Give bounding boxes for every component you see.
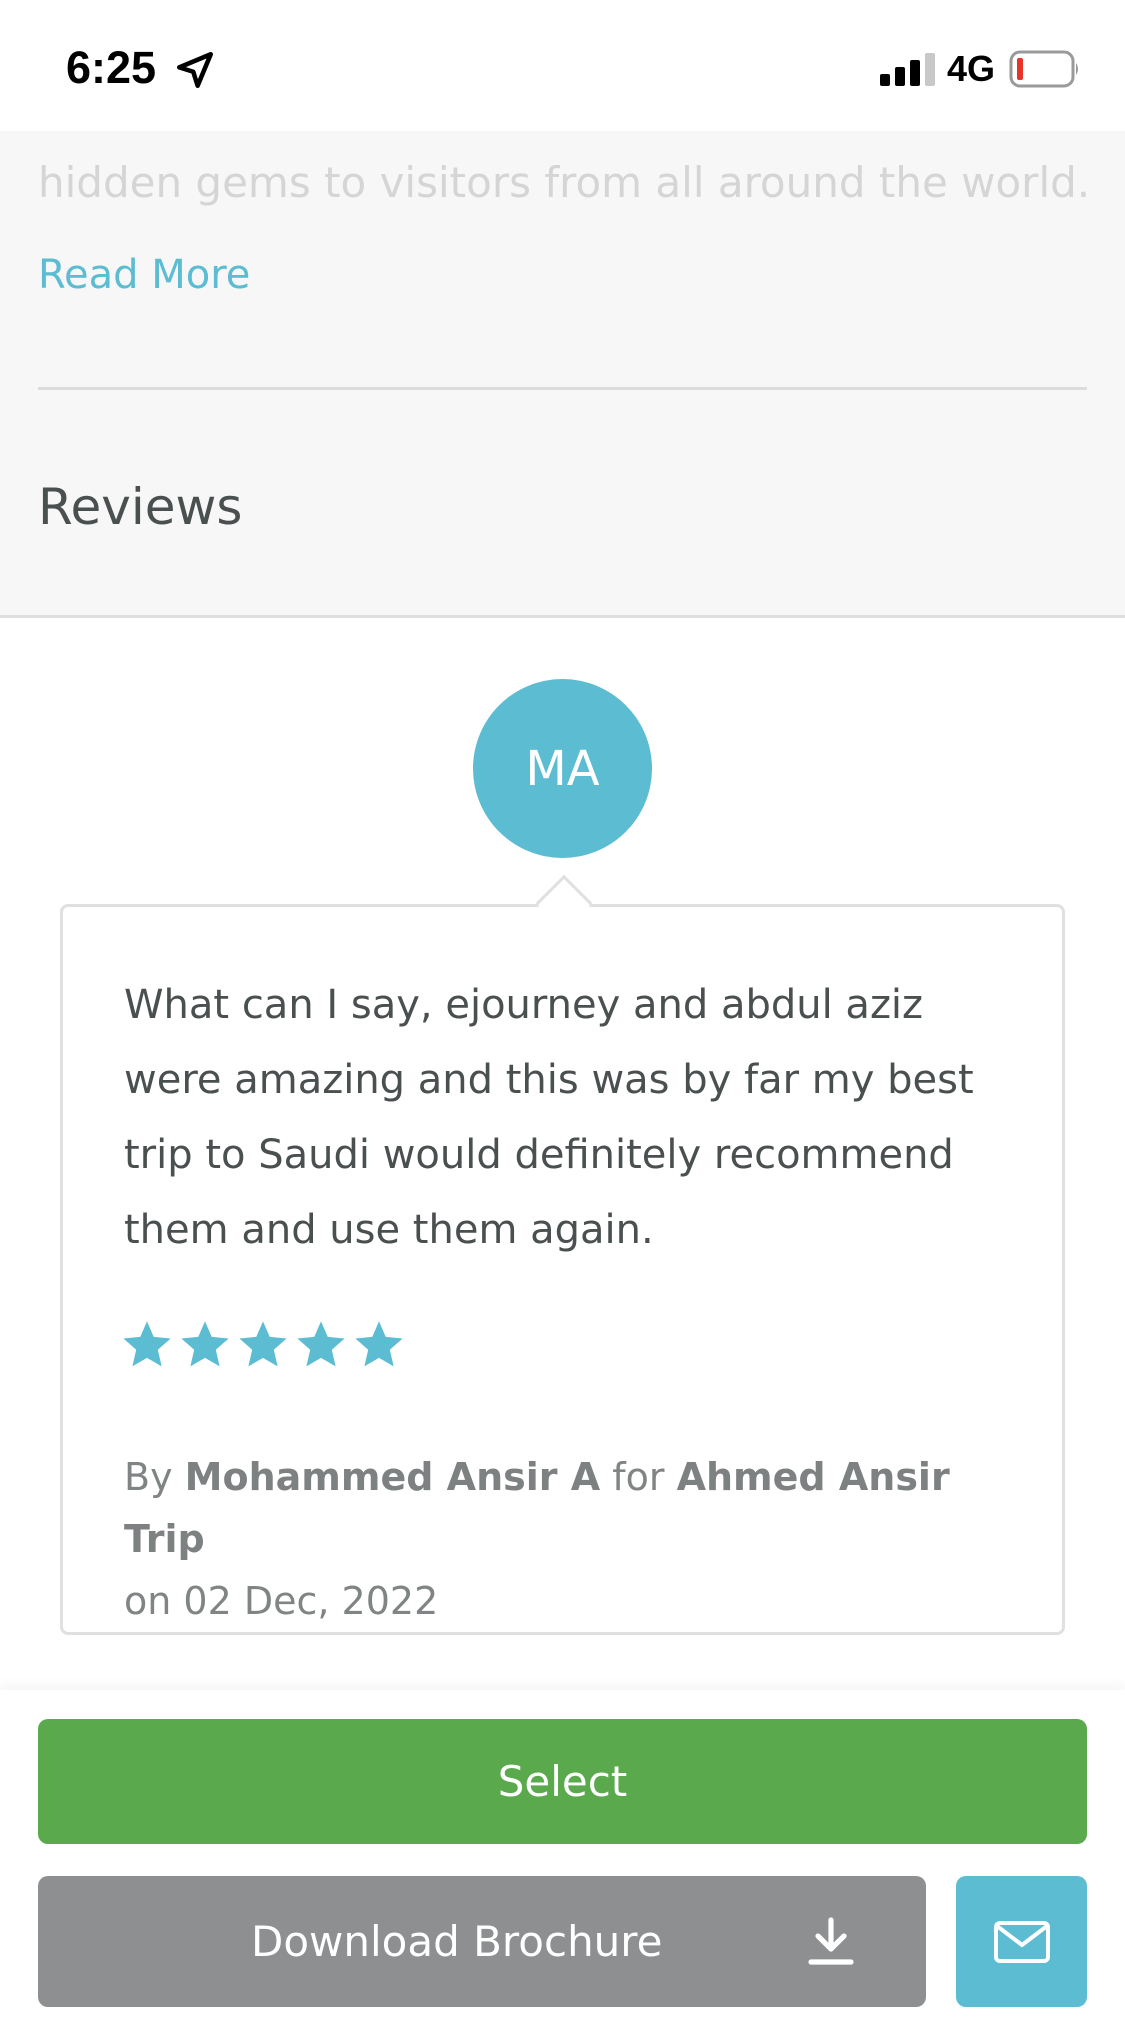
status-bar: 6:25 4G: [0, 0, 1125, 131]
read-more-link[interactable]: Read More: [38, 252, 250, 298]
download-icon: [808, 1917, 854, 1965]
review-date: on 02 Dec, 2022: [124, 1579, 439, 1623]
reviews-heading: Reviews: [38, 478, 243, 536]
review-text: What can I say, ejourney and abdul aziz …: [124, 982, 974, 1253]
email-button[interactable]: [956, 1876, 1087, 2007]
reviewer-avatar: MA: [473, 679, 652, 858]
signal-icon: [880, 53, 935, 86]
star-icon: [239, 1321, 287, 1367]
download-brochure-button[interactable]: Download Brochure: [38, 1876, 926, 2007]
select-button[interactable]: Select: [38, 1719, 1087, 1844]
rating-stars: [120, 1318, 406, 1372]
star-icon: [123, 1321, 171, 1367]
review-meta: By Mohammed Ansir A for Ahmed Ansir Trip…: [124, 1446, 1024, 1632]
location-arrow-icon: [176, 51, 214, 89]
mail-icon: [993, 1920, 1050, 1963]
for-label: for: [612, 1455, 665, 1499]
star-icon: [355, 1321, 403, 1367]
section-divider: [38, 387, 1087, 390]
description-excerpt: hidden gems to visitors from all around …: [38, 158, 1091, 207]
app-screen: 6:25 4G hidden gems to visitors from all…: [0, 0, 1125, 2037]
status-time: 6:25: [66, 42, 157, 93]
network-type: 4G: [947, 48, 996, 89]
by-label: By: [124, 1455, 173, 1499]
review-author: Mohammed Ansir A: [184, 1455, 601, 1499]
battery-low-icon: [1009, 50, 1078, 88]
star-icon: [297, 1321, 345, 1367]
star-icon: [181, 1321, 229, 1367]
download-brochure-label: Download Brochure: [251, 1917, 663, 1966]
